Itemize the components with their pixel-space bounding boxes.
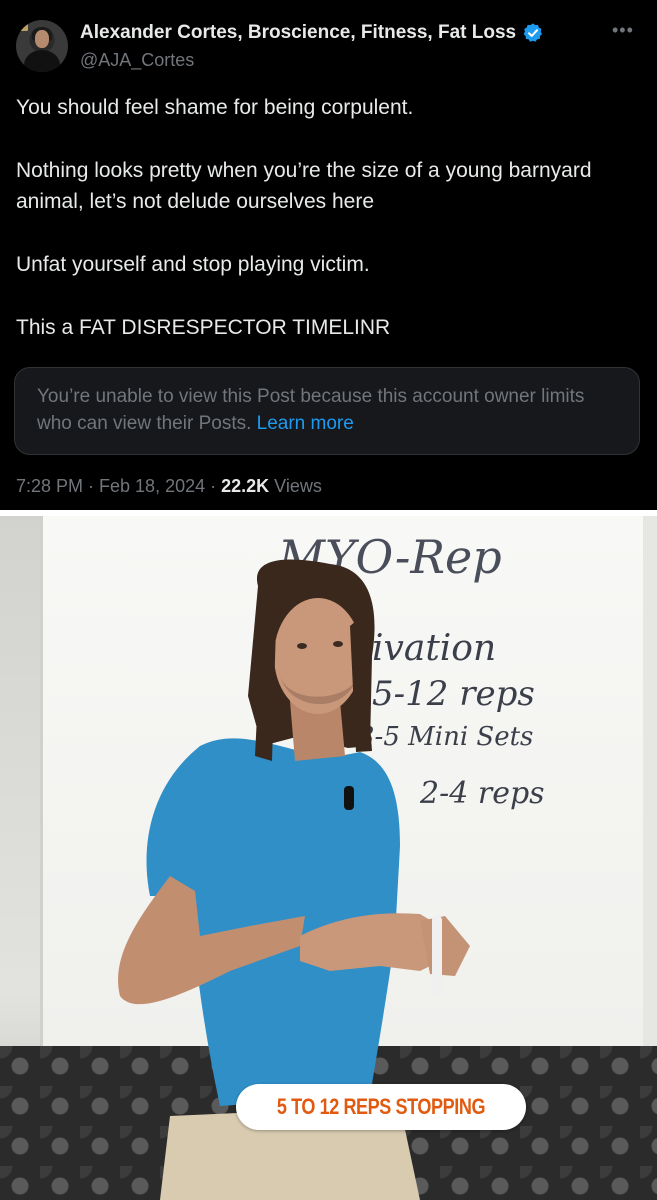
more-options-icon[interactable]: ••• bbox=[612, 20, 634, 41]
attached-video-frame[interactable]: MYO-Rep ivation 5-12 reps 3-5 Mini Sets … bbox=[0, 516, 657, 1200]
tweet-body: You should feel shame for being corpulen… bbox=[16, 92, 636, 343]
learn-more-link[interactable]: Learn more bbox=[257, 413, 354, 434]
unavailable-quote-notice: You’re unable to view this Post because … bbox=[14, 367, 640, 455]
tweet-card: Alexander Cortes, Broscience, Fitness, F… bbox=[0, 0, 657, 510]
video-caption: 5 TO 12 REPS STOPPING bbox=[236, 1084, 527, 1130]
display-name[interactable]: Alexander Cortes, Broscience, Fitness, F… bbox=[80, 22, 516, 44]
views-count: 22.2K bbox=[221, 476, 270, 496]
timestamp[interactable]: 7:28 PM · Feb 18, 2024 · bbox=[16, 476, 221, 496]
tweet-paragraph: You should feel shame for being corpulen… bbox=[16, 96, 414, 119]
caption-text: 5 TO 12 REPS STOPPING bbox=[276, 1094, 486, 1119]
author-name-row: Alexander Cortes, Broscience, Fitness, F… bbox=[80, 22, 544, 44]
user-handle[interactable]: @AJA_Cortes bbox=[80, 50, 194, 71]
tweet-paragraph: Nothing looks pretty when you’re the siz… bbox=[16, 159, 592, 213]
avatar[interactable] bbox=[16, 20, 68, 72]
tweet-paragraph: This a FAT DISRESPECTOR TIMELINR bbox=[16, 316, 391, 339]
tweet-paragraph: Unfat yourself and stop playing victim. bbox=[16, 253, 370, 276]
tweet-metadata: 7:28 PM · Feb 18, 2024 · 22.2K Views bbox=[16, 476, 322, 497]
verified-badge-icon bbox=[523, 23, 543, 42]
views-label: Views bbox=[269, 476, 322, 496]
